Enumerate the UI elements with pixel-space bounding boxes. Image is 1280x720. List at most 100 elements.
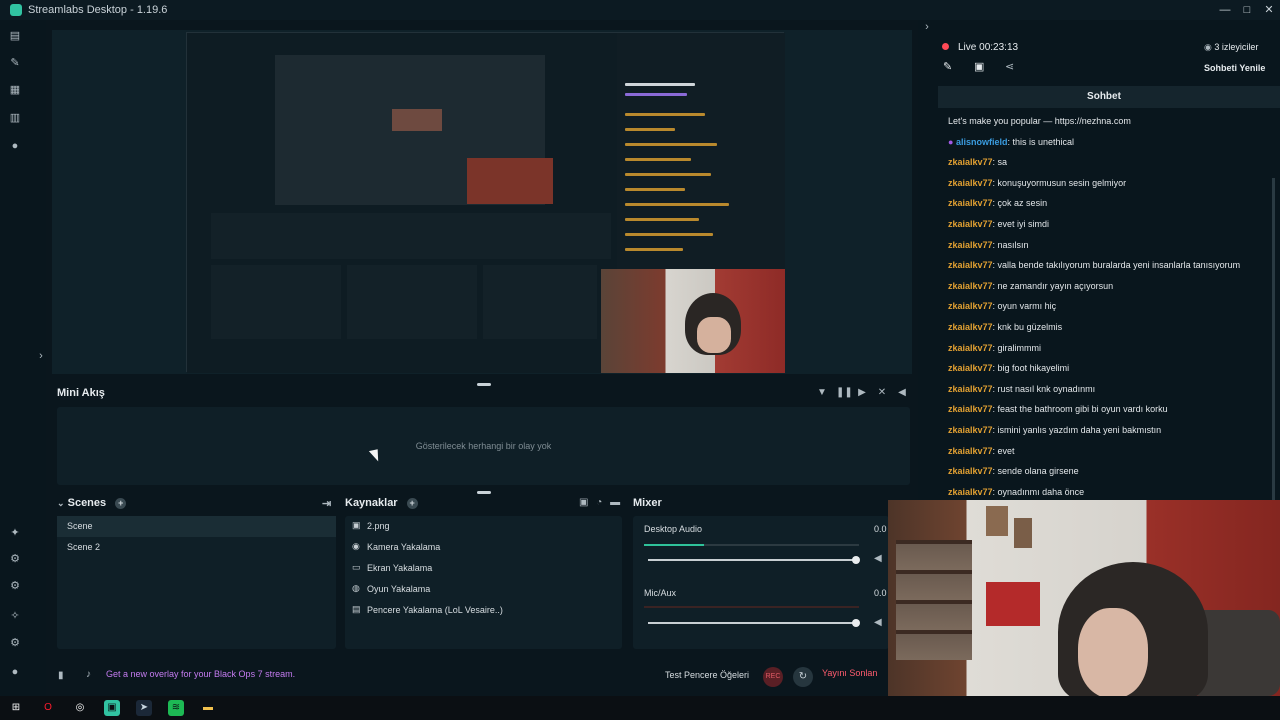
chat-username[interactable]: zkaialkv77 [948, 301, 993, 311]
record-button[interactable]: REC [763, 667, 783, 687]
record-icon[interactable]: ● [9, 140, 21, 152]
obs-icon[interactable]: ◎ [72, 700, 88, 716]
file-icon[interactable]: ▤ [9, 30, 21, 42]
chat-username[interactable]: zkaialkv77 [948, 219, 993, 229]
stream-preview[interactable] [52, 30, 912, 374]
maximize-button[interactable]: □ [1236, 0, 1258, 20]
user-icon[interactable]: ● [9, 666, 21, 678]
mute-alerts-icon[interactable]: ✕ [876, 387, 888, 399]
puzzle-icon[interactable]: ✦ [9, 527, 21, 539]
refresh-chat-button[interactable]: Sohbeti Yenile [1204, 63, 1265, 73]
chat-username[interactable]: zkaialkv77 [948, 363, 993, 373]
mini-feed-tools: ▼ ❚❚ ▶ ✕ ◀ [816, 387, 908, 399]
steam-icon[interactable]: ➤ [136, 700, 152, 716]
add-source-icon[interactable]: + [406, 498, 418, 509]
test-widgets-button[interactable]: Test Pencere Öğeleri [665, 670, 749, 680]
source-label: Kamera Yakalama [367, 542, 441, 552]
gear-icon[interactable]: ⚙ [9, 637, 21, 649]
plug-icon[interactable]: ⚙ [9, 553, 21, 565]
desktop-audio-meter [644, 544, 859, 546]
opera-icon[interactable]: O [40, 700, 56, 716]
nested-webcam [467, 158, 553, 204]
chat-username[interactable]: zkaialkv77 [948, 487, 993, 497]
chat-username[interactable]: zkaialkv77 [948, 178, 993, 188]
chat-username[interactable]: zkaialkv77 [948, 281, 993, 291]
chat-text: : sende olana girsene [992, 466, 1079, 477]
add-scene-icon[interactable]: + [115, 498, 127, 509]
end-stream-button[interactable]: Yayını Sonlan [822, 668, 877, 678]
group-icon[interactable]: ▣ [579, 497, 588, 508]
mixer-panel: Desktop Audio 0.0 ◀ Mic/Aux 0.0 ◀ [633, 516, 889, 649]
minimize-button[interactable]: — [1214, 0, 1236, 20]
source-item[interactable]: ▣ 2.png [345, 516, 622, 537]
streamlabs-icon[interactable]: ▣ [104, 700, 120, 716]
chat-scrollbar[interactable] [1272, 178, 1275, 500]
scene-item[interactable]: Scene 2 [57, 537, 336, 558]
chat-username[interactable]: zkaialkv77 [948, 240, 993, 250]
chevron-down-icon[interactable]: ⌄ [57, 498, 65, 508]
chat-message: zkaialkv77: çok az sesin [948, 198, 1047, 208]
source-item[interactable]: ▤ Pencere Yakalama (LoL Vesaire..) [345, 600, 622, 621]
slider-knob[interactable] [852, 556, 860, 564]
source-item[interactable]: ▭ Ekran Yakalama [345, 558, 622, 579]
folder-add-icon[interactable]: ▬ [610, 497, 620, 508]
chat-username[interactable]: zkaialkv77 [948, 384, 993, 394]
desktop-audio-volume-slider[interactable] [648, 556, 860, 564]
wrench-icon[interactable]: ✎ [9, 57, 21, 69]
taskbar: ⊞ O ◎ ▣ ➤ ≋ ▬ [0, 696, 1280, 720]
replay-buffer-icon[interactable]: ↻ [793, 667, 813, 687]
chat-username[interactable]: zkaialkv77 [948, 404, 993, 414]
chat-username[interactable]: zkaialkv77 [948, 198, 993, 208]
chat-username[interactable]: zkaialkv77 [948, 446, 993, 456]
chat-message: ● alisnowfield: this is unethical [948, 137, 1074, 147]
widget-icon[interactable]: ▣ [974, 60, 984, 73]
window-controls: — □ ✕ [1214, 0, 1280, 20]
speaker-icon[interactable]: ◀ [874, 617, 882, 628]
mic-aux-volume-slider[interactable] [648, 619, 860, 627]
live-timer: 00:23:13 [979, 42, 1019, 53]
plugin-icon[interactable]: ⚙ [9, 580, 21, 592]
scene-item[interactable]: Scene [57, 516, 336, 537]
chat-username[interactable]: zkaialkv77 [948, 343, 993, 353]
share-icon[interactable]: ⋖ [1005, 60, 1014, 73]
filter-icon[interactable]: ▼ [816, 387, 828, 399]
preview-capture [186, 32, 785, 373]
chat-username[interactable]: zkaialkv77 [948, 425, 993, 435]
speaker-icon[interactable]: ◀ [874, 553, 882, 564]
skip-icon[interactable]: ▶ [856, 387, 868, 399]
chat-text: : valla bende takılıyorum buralarda yeni… [992, 260, 1241, 271]
mini-feed-body: Gösterilecek herhangi bir olay yok [57, 407, 910, 485]
sparkle-icon[interactable]: ✧ [9, 610, 21, 622]
viewer-count-label: 3 izleyiciler [1214, 42, 1259, 52]
slider-knob[interactable] [852, 619, 860, 627]
source-item[interactable]: ◉ Kamera Yakalama [345, 537, 622, 558]
source-visibility-icon[interactable]: ◔ [596, 497, 602, 508]
source-item[interactable]: ◍ Oyun Yakalama [345, 579, 622, 600]
overlay-promo-link[interactable]: Get a new overlay for your Black Ops 7 s… [106, 669, 295, 679]
live-status: Live 00:23:13 [958, 42, 1018, 53]
source-label: Ekran Yakalama [367, 563, 433, 573]
scene-transition-icon[interactable]: ⇥ [322, 497, 331, 510]
edit-icon[interactable]: ✎ [943, 60, 952, 73]
spotify-icon[interactable]: ≋ [168, 700, 184, 716]
bell-icon[interactable]: ♪ [86, 669, 91, 680]
resize-handle[interactable] [477, 491, 491, 494]
chat-username[interactable]: alisnowfield [956, 137, 1008, 147]
title-bar: Streamlabs Desktop - 1.19.6 — □ ✕ [0, 0, 1280, 20]
volume-icon[interactable]: ◀ [896, 387, 908, 399]
pause-icon[interactable]: ❚❚ [836, 387, 853, 399]
stats-icon[interactable]: ▮ [58, 670, 64, 681]
nested-chat-capture [617, 33, 785, 269]
chat-username[interactable]: zkaialkv77 [948, 322, 993, 332]
chat-username[interactable]: zkaialkv77 [948, 466, 993, 476]
folder-icon[interactable]: ▬ [200, 700, 216, 716]
windows-start-icon[interactable]: ⊞ [8, 700, 24, 716]
chat-message: zkaialkv77: big foot hikayelimi [948, 363, 1069, 373]
layout-icon[interactable]: ▥ [9, 112, 21, 124]
close-button[interactable]: ✕ [1258, 0, 1280, 20]
store-icon[interactable]: ▦ [9, 84, 21, 96]
left-sidebar: ▤ ✎ ▦ ▥ ● ✦ ⚙ ⚙ ✧ ⚙ ● [0, 20, 30, 696]
chat-username[interactable]: zkaialkv77 [948, 260, 993, 270]
chat-username[interactable]: zkaialkv77 [948, 157, 993, 167]
chat-text: : ismini yanlıs yazdım daha yeni bakmıst… [992, 425, 1162, 435]
